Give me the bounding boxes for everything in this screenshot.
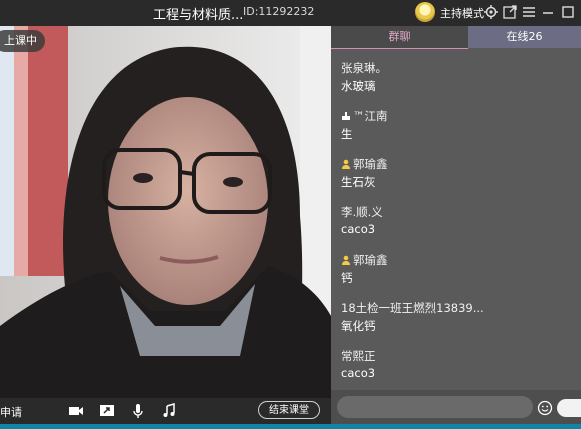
camera-icon[interactable] bbox=[68, 403, 84, 419]
list-item: 18土检一班王燃烈13839... 氧化钙 bbox=[341, 300, 576, 348]
settings-icon[interactable] bbox=[483, 4, 499, 20]
list-item: 李.顺.义 caco3 bbox=[341, 204, 576, 252]
message-sender: 常熙正 bbox=[341, 348, 576, 366]
chat-panel: 群聊 在线26 张泉琳。 水玻璃 ™江南 生 郭瑜鑫 生石灰 李.顺.义 cac… bbox=[331, 26, 581, 424]
message-text: 氧化钙 bbox=[341, 319, 376, 333]
list-item: ™江南 生 bbox=[341, 108, 576, 156]
send-button[interactable] bbox=[557, 399, 581, 417]
message-sender: 李.顺.义 bbox=[341, 204, 576, 222]
tab-online[interactable]: 在线26 bbox=[468, 26, 581, 48]
host-mode-button[interactable]: 主持模式 bbox=[440, 5, 484, 21]
window-title: 工程与材料质... bbox=[153, 8, 244, 23]
bottom-accent-strip bbox=[0, 424, 581, 429]
popout-icon[interactable] bbox=[502, 4, 518, 20]
list-item: 郭瑜鑫 生石灰 bbox=[341, 156, 576, 204]
emoji-icon[interactable] bbox=[537, 400, 553, 416]
message-sender: 张泉琳。 bbox=[341, 60, 576, 78]
sender-name: 郭瑜鑫 bbox=[353, 157, 388, 171]
sender-name: ™江南 bbox=[353, 109, 388, 123]
message-sender: 18土检一班王燃烈13839... bbox=[341, 300, 576, 318]
screen-share-icon[interactable] bbox=[99, 403, 115, 419]
sender-name: 18土检一班王燃烈13839... bbox=[341, 301, 484, 315]
chat-input-row bbox=[331, 390, 581, 424]
sender-name: 常熙正 bbox=[341, 349, 376, 363]
microphone-icon[interactable] bbox=[130, 403, 146, 419]
cake-icon bbox=[342, 112, 350, 120]
message-list: 张泉琳。 水玻璃 ™江南 生 郭瑜鑫 生石灰 李.顺.义 caco3 郭瑜鑫 钙… bbox=[341, 60, 576, 396]
message-text: caco3 bbox=[341, 366, 376, 380]
maximize-icon[interactable] bbox=[560, 4, 576, 20]
person-icon bbox=[342, 255, 350, 265]
end-class-button[interactable]: 结束课堂 bbox=[258, 401, 320, 419]
participant-video-image bbox=[0, 26, 331, 398]
message-sender: ™江南 bbox=[341, 108, 576, 126]
message-sender: 郭瑜鑫 bbox=[341, 156, 576, 174]
message-text: 生石灰 bbox=[341, 175, 376, 189]
music-icon[interactable] bbox=[161, 403, 177, 419]
message-text: 水玻璃 bbox=[341, 79, 376, 93]
video-toolbar: 申请 结束课堂 bbox=[0, 398, 331, 424]
message-sender: 郭瑜鑫 bbox=[341, 252, 576, 270]
title-bar: 工程与材料质... ID:11292232 主持模式 bbox=[0, 0, 581, 27]
person-icon bbox=[342, 159, 350, 169]
sender-name: 李.顺.义 bbox=[341, 205, 383, 219]
sender-name: 郭瑜鑫 bbox=[353, 253, 388, 267]
menu-icon[interactable] bbox=[521, 4, 537, 20]
sender-name: 张泉琳。 bbox=[341, 61, 387, 75]
message-text: 生 bbox=[341, 127, 353, 141]
message-text: caco3 bbox=[341, 222, 376, 236]
list-item: 张泉琳。 水玻璃 bbox=[341, 60, 576, 108]
minimize-icon[interactable] bbox=[540, 4, 556, 20]
chat-tabs: 群聊 在线26 bbox=[331, 26, 581, 49]
list-item: 常熙正 caco3 bbox=[341, 348, 576, 396]
apply-button[interactable]: 申请 bbox=[0, 404, 22, 420]
live-status-badge: 上课中 bbox=[0, 30, 45, 52]
room-id: ID:11292232 bbox=[243, 5, 315, 18]
chat-input[interactable] bbox=[337, 396, 533, 418]
video-feed: 上课中 bbox=[0, 26, 331, 398]
message-text: 钙 bbox=[341, 271, 353, 285]
host-avatar[interactable] bbox=[415, 2, 435, 22]
tab-group-chat[interactable]: 群聊 bbox=[331, 26, 468, 49]
list-item: 郭瑜鑫 钙 bbox=[341, 252, 576, 300]
